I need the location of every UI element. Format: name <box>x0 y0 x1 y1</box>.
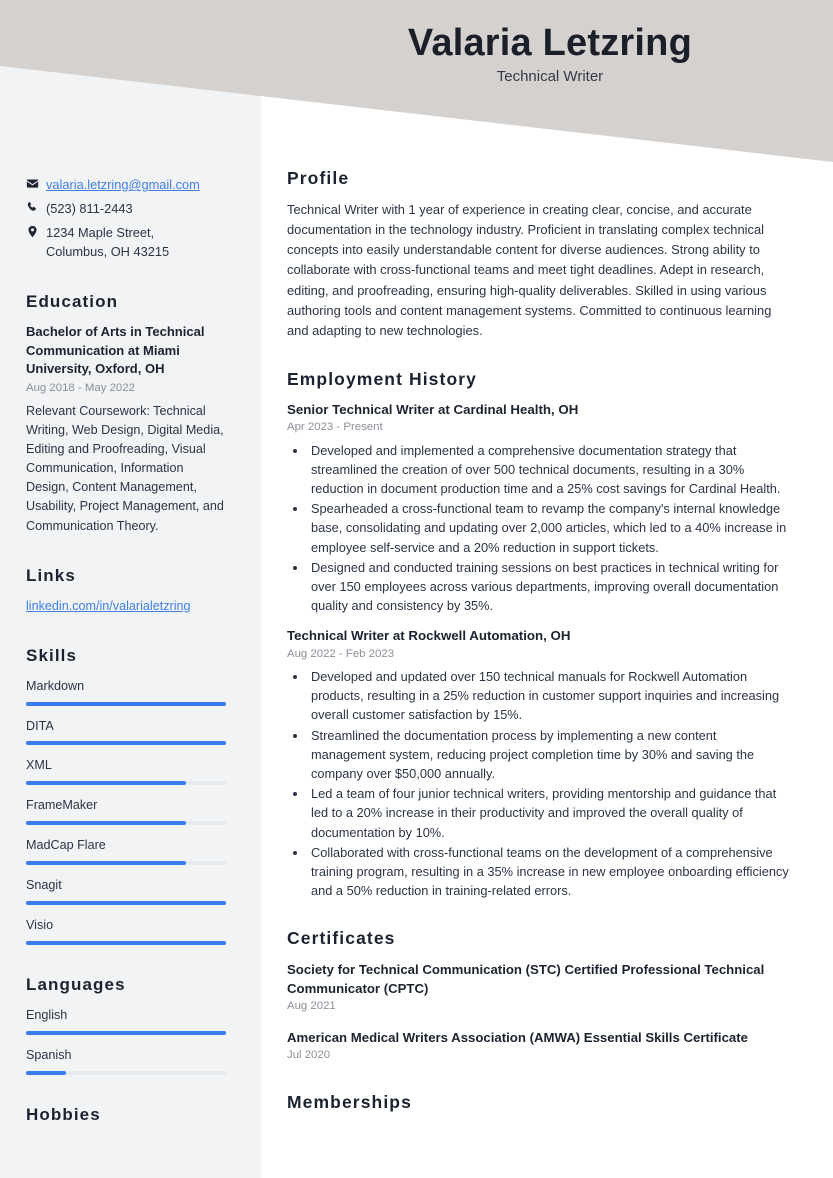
certificates-list: Society for Technical Communication (STC… <box>287 960 793 1064</box>
address-line-1: 1234 Maple Street, <box>46 224 155 240</box>
bullet-item: Designed and conducted training sessions… <box>308 558 793 616</box>
skill-label: DITA <box>26 718 54 733</box>
employment-bullets: Developed and updated over 150 technical… <box>287 667 793 900</box>
section-heading-languages: Languages <box>26 974 126 994</box>
employment-entry: Technical Writer at Rockwell Automation,… <box>287 627 793 900</box>
skill-item: DITA <box>26 717 226 746</box>
skill-label: Snagit <box>26 878 62 893</box>
skill-bar-fill <box>26 940 226 945</box>
skills-list: Markdown DITA XML FrameMaker MadCap Flar… <box>26 677 226 945</box>
bullet-item: Collaborated with cross-functional teams… <box>308 843 793 901</box>
language-item: English <box>26 1006 226 1035</box>
skill-item: Markdown <box>26 677 226 706</box>
section-heading-links: Links <box>26 565 76 585</box>
section-heading-employment-history: Employment History <box>287 368 477 389</box>
links-list: linkedin.com/in/valarialetzring <box>26 597 226 616</box>
education-entry-date: Aug 2018 - May 2022 <box>26 381 135 394</box>
profile-text: Technical Writer with 1 year of experien… <box>287 202 772 338</box>
page-title: Valaria Letzring <box>407 22 692 64</box>
employment-bullets: Developed and implemented a comprehensiv… <box>287 441 793 616</box>
skill-bar-track <box>26 821 226 826</box>
contact-email-value[interactable]: valaria.letzring@gmail.com <box>46 175 226 195</box>
skill-bar-track <box>26 701 226 706</box>
email-link[interactable]: valaria.letzring@gmail.com <box>46 177 200 192</box>
skill-bar-track <box>26 901 226 905</box>
bullet-item: Spearheaded a cross-functional team to r… <box>308 499 793 557</box>
education-entry: Bachelor of Arts in Technical Communicat… <box>26 323 226 535</box>
sidebar: valaria.letzring@gmail.com (523) 811-244… <box>0 0 261 1136</box>
certificate-date: Aug 2021 <box>287 1000 336 1013</box>
education-entry-description: Relevant Coursework: Technical Writing, … <box>26 403 224 533</box>
section-heading-memberships: Memberships <box>287 1092 412 1113</box>
certificate-entry: American Medical Writers Association (AM… <box>287 1028 793 1064</box>
contact-phone-value: (523) 811-2443 <box>46 200 133 216</box>
contact-list: valaria.letzring@gmail.com (523) 811-244… <box>26 175 226 262</box>
skill-item: Snagit <box>26 876 226 905</box>
certificate-date: Jul 2020 <box>287 1049 331 1062</box>
contact-address-value: 1234 Maple Street, Columbus, OH 43215 <box>46 223 226 263</box>
section-heading-profile: Profile <box>287 168 350 188</box>
skill-bar-fill <box>26 781 186 786</box>
section-heading-skills: Skills <box>26 645 78 665</box>
language-item: Spanish <box>26 1046 226 1075</box>
skill-label: Visio <box>26 918 54 932</box>
section-heading-education: Education <box>26 292 119 312</box>
skill-bar-fill <box>26 701 226 706</box>
language-label: Spanish <box>26 1047 72 1062</box>
certificate-entry: Society for Technical Communication (STC… <box>287 960 793 1015</box>
skill-bar-fill <box>26 741 226 746</box>
language-label: English <box>26 1007 68 1022</box>
skill-label: FrameMaker <box>26 798 98 813</box>
certificate-title: American Medical Writers Association (AM… <box>287 1030 748 1046</box>
languages-list: English Spanish <box>26 1006 226 1075</box>
employment-entry-date: Apr 2023 - Present <box>287 421 383 434</box>
language-bar-fill <box>26 1030 226 1035</box>
skill-bar-fill <box>26 861 186 866</box>
skill-bar-track <box>26 741 226 746</box>
job-title-subheading: Technical Writer <box>496 67 604 85</box>
contact-item-phone: (523) 811-2443 <box>26 199 226 219</box>
phone-icon <box>26 199 46 214</box>
employment-entry: Senior Technical Writer at Cardinal Heal… <box>287 401 793 615</box>
skill-item: Visio <box>26 916 226 945</box>
employment-entry-title: Senior Technical Writer at Cardinal Heal… <box>287 401 579 417</box>
skill-item: MadCap Flare <box>26 836 226 866</box>
skill-item: XML <box>26 756 226 786</box>
skill-item: FrameMaker <box>26 796 226 826</box>
body-columns: valaria.letzring@gmail.com (523) 811-244… <box>0 0 833 1136</box>
header-identity: Valaria Letzring Technical Writer <box>408 22 692 86</box>
employment-entry-date: Aug 2022 - Feb 2023 <box>287 647 395 660</box>
language-bar-fill <box>26 1070 66 1075</box>
contact-item-address: 1234 Maple Street, Columbus, OH 43215 <box>26 223 226 263</box>
skill-label: MadCap Flare <box>26 838 106 853</box>
education-entry-title: Bachelor of Arts in Technical Communicat… <box>26 324 205 377</box>
skill-bar-track <box>26 781 226 786</box>
linkedin-link[interactable]: linkedin.com/in/valarialetzring <box>26 599 191 613</box>
skill-bar-fill <box>26 821 186 826</box>
section-heading-hobbies: Hobbies <box>26 1104 101 1124</box>
main-content: Profile Technical Writer with 1 year of … <box>261 0 833 1124</box>
skill-bar-fill <box>26 901 226 905</box>
bullet-item: Led a team of four junior technical writ… <box>308 784 793 842</box>
location-pin-icon <box>26 223 46 238</box>
certificate-title: Society for Technical Communication (STC… <box>287 962 765 997</box>
section-heading-certificates: Certificates <box>287 928 396 949</box>
skill-label: Markdown <box>26 678 85 693</box>
bullet-item: Developed and implemented a comprehensiv… <box>308 441 793 499</box>
contact-item-email: valaria.letzring@gmail.com <box>26 175 226 195</box>
skill-label: XML <box>26 758 52 773</box>
bullet-item: Streamlined the documentation process by… <box>308 726 793 784</box>
language-bar-track <box>26 1030 226 1035</box>
skill-bar-track <box>26 940 226 945</box>
language-bar-track <box>26 1070 226 1075</box>
employment-entry-title: Technical Writer at Rockwell Automation,… <box>287 628 571 644</box>
resume-page: Valaria Letzring Technical Writer valari… <box>0 0 833 1178</box>
envelope-icon <box>26 175 46 190</box>
skill-bar-track <box>26 861 226 866</box>
address-line-2: Columbus, OH 43215 <box>46 244 170 260</box>
bullet-item: Developed and updated over 150 technical… <box>308 667 793 725</box>
